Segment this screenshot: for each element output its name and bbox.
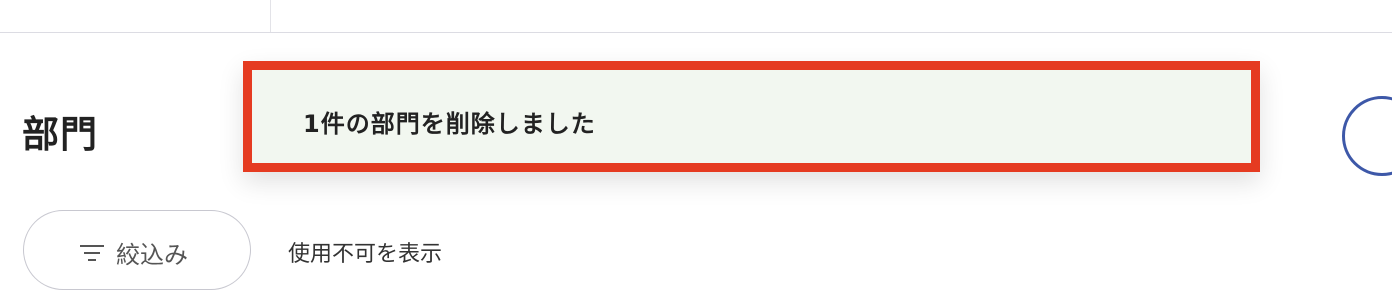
filter-lines-icon xyxy=(80,243,106,263)
add-button[interactable] xyxy=(1342,96,1392,176)
filter-button-content: 絞込み xyxy=(80,235,188,270)
show-disabled-toggle-label[interactable]: 使用不可を表示 xyxy=(288,236,442,268)
toast-message: 1件の部門を削除しました xyxy=(303,110,596,138)
filter-button[interactable]: 絞込み xyxy=(23,210,251,290)
filter-button-label: 絞込み xyxy=(116,241,188,269)
top-bar-divider xyxy=(270,0,271,32)
page-title: 部門 xyxy=(22,113,98,156)
toast-notification: 1件の部門を削除しました xyxy=(243,61,1260,172)
top-bar xyxy=(0,0,1392,33)
